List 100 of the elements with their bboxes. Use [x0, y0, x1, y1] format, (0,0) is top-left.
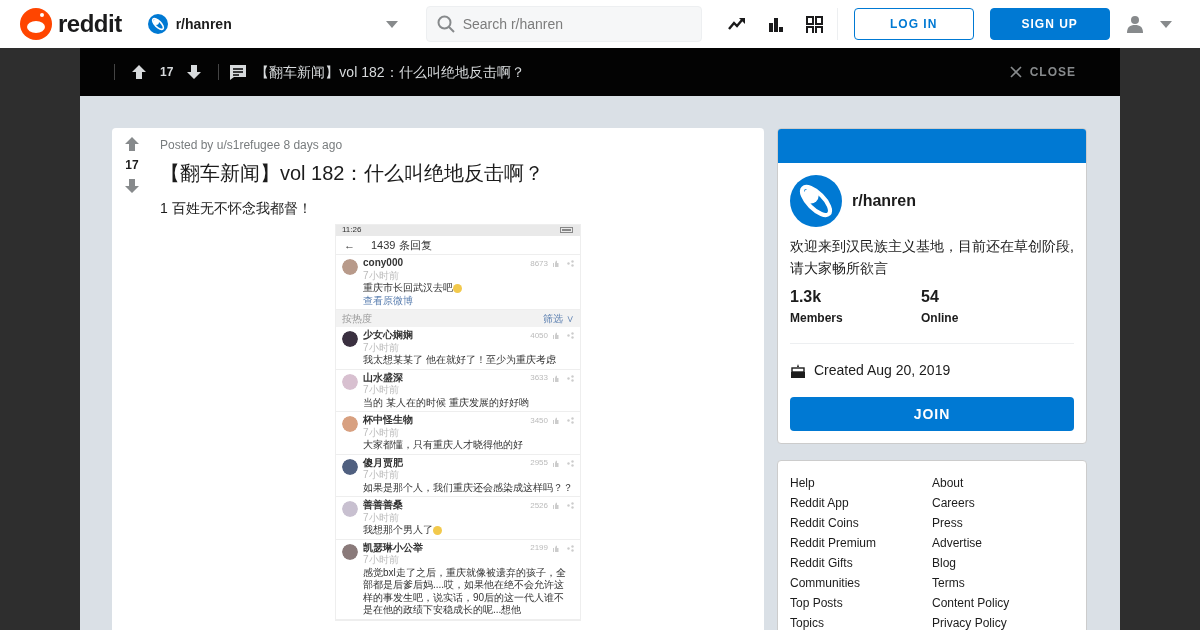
footer-link[interactable]: Reddit Gifts [790, 553, 932, 573]
like-icon [552, 459, 559, 467]
comment-author: 杯中怪生物 [363, 414, 413, 427]
comment-author: 善善善桑 [363, 499, 403, 512]
reply-count: 1439 条回复 [371, 238, 432, 252]
footer-link[interactable]: Privacy Policy [932, 613, 1074, 630]
share-icon [567, 459, 574, 467]
post-text: 1 百姓无不怀念我都督！ [160, 199, 313, 218]
share-icon [567, 502, 574, 510]
like-count: 2955 [530, 458, 548, 469]
comment-text: 我想那个男人了 [363, 524, 433, 536]
comment-text: 如果是那个人，我们重庆还会感染成这样吗？？ [363, 481, 573, 493]
like-icon [552, 260, 559, 267]
footer-link[interactable]: Blog [932, 553, 1074, 573]
upvote-icon[interactable] [131, 64, 147, 80]
like-icon [552, 544, 559, 552]
comment-time: 7小时前 [363, 511, 400, 524]
created-date: Created Aug 20, 2019 [814, 361, 951, 380]
comment-time: 7小时前 [363, 469, 400, 482]
comment-time: 7小时前 [363, 426, 400, 439]
search-icon [436, 15, 455, 33]
like-icon [552, 374, 559, 382]
footer-link[interactable]: Careers [932, 493, 1074, 513]
comment-text: 感觉bxl走了之后，重庆就像被遗弃的孩子，全部都是后爹后妈....哎，如果他在绝不会允许这样的事发生吧，说实话，90后的这一代人谁不是在他的政绩下安稳成长的呢...想他 [363, 566, 566, 616]
comment-author: 少女心娴娴 [363, 329, 413, 342]
footer-link[interactable]: Advertise [932, 533, 1074, 553]
logo-icon[interactable] [20, 8, 52, 40]
share-icon [567, 417, 574, 425]
avatar [342, 259, 358, 276]
like-count: 8673 [530, 258, 548, 269]
logo-text[interactable]: reddit [58, 6, 122, 42]
close-icon [1009, 66, 1022, 78]
share-icon [567, 544, 574, 552]
footer-link[interactable]: Reddit Premium [790, 533, 932, 553]
footer-link[interactable]: About [932, 473, 1074, 493]
like-count: 4050 [530, 330, 548, 341]
comment-author: 凯瑟琳小公举 [363, 541, 423, 554]
footer-link[interactable]: Top Posts [790, 593, 932, 613]
battery-icon [560, 227, 574, 234]
signup-button[interactable]: SIGN UP [989, 8, 1110, 40]
stat-label: Online [921, 310, 960, 327]
back-arrow[interactable]: ← [344, 238, 355, 252]
login-button[interactable]: LOG IN [853, 8, 974, 40]
avatar [342, 458, 358, 475]
caret-icon[interactable] [1159, 20, 1172, 28]
trending-icon[interactable] [727, 17, 746, 31]
footer-link[interactable]: Terms [932, 573, 1074, 593]
downvote-icon[interactable] [186, 64, 203, 80]
footer-link[interactable]: Reddit App [790, 493, 932, 513]
avatar [342, 416, 358, 433]
emoji-icon [433, 526, 442, 536]
avatar [342, 331, 358, 348]
community-icon [147, 14, 168, 34]
avatar [342, 543, 358, 560]
like-count: 2199 [530, 543, 548, 554]
close-button[interactable]: CLOSE [1003, 62, 1082, 82]
footer-link[interactable]: Topics [790, 613, 932, 630]
user-icon[interactable] [1125, 15, 1144, 33]
community-icon [790, 175, 842, 227]
community-name[interactable]: r/hanren [852, 189, 916, 213]
stat-value: 54 [921, 287, 940, 307]
footer-link[interactable]: Communities [790, 573, 932, 593]
comment-text: 大家都懂，只有重庆人才晓得他的好 [363, 439, 523, 451]
community-dropdown[interactable]: r/hanren [147, 13, 398, 35]
status-time: 11:26 [342, 226, 362, 235]
post-meta: Posted by u/s1refugee 8 days ago [160, 137, 344, 154]
like-icon [552, 417, 559, 425]
community-description: 欢迎来到汉民族主义基地，目前还在草创阶段,请大家畅所欲言 [790, 237, 1074, 278]
emoji-icon [453, 284, 462, 294]
comment-text: 我太想某某了 他在就好了！至少为重庆考虑 [363, 354, 556, 366]
stat-label: Members [790, 310, 844, 327]
search-field[interactable]: Search r/hanren [425, 6, 702, 42]
join-button[interactable]: JOIN [790, 397, 1074, 431]
like-count: 3450 [530, 415, 548, 426]
vote-count: 17 [160, 64, 174, 81]
post-title: 【翻车新闻】vol 182：什么叫绝地反击啊？ [255, 62, 526, 82]
bar-chart-icon[interactable] [767, 16, 784, 32]
comment-author: 傻月贾肥 [363, 456, 403, 469]
comment-text: 当的 某人在的时候 重庆发展的好好哟 [363, 396, 529, 408]
footer-link[interactable]: Content Policy [932, 593, 1074, 613]
comment-text: 重庆市长回武汉去吧 [363, 282, 453, 294]
filter-link[interactable]: 筛选 ∨ [543, 313, 574, 325]
original-post-link[interactable]: 查看原微博 [363, 294, 574, 308]
share-icon [567, 374, 574, 382]
stat-value: 1.3k [790, 287, 823, 307]
search-input[interactable]: Search r/hanren [460, 12, 681, 36]
footer-link[interactable]: Reddit Coins [790, 513, 932, 533]
like-icon [552, 332, 559, 340]
cake-icon [790, 362, 806, 379]
grid-icon[interactable] [805, 15, 823, 33]
comment-time: 7小时前 [363, 269, 400, 282]
comment-time: 7小时前 [363, 384, 400, 397]
footer-link[interactable]: Press [932, 513, 1074, 533]
comment-time: 7小时前 [363, 341, 400, 354]
footer-link[interactable]: Help [790, 473, 932, 493]
vote-count: 17 [125, 157, 139, 174]
caret-icon[interactable] [385, 20, 398, 28]
comment-author: cony000 [363, 257, 404, 270]
share-icon [567, 260, 574, 267]
like-count: 2526 [530, 500, 548, 511]
